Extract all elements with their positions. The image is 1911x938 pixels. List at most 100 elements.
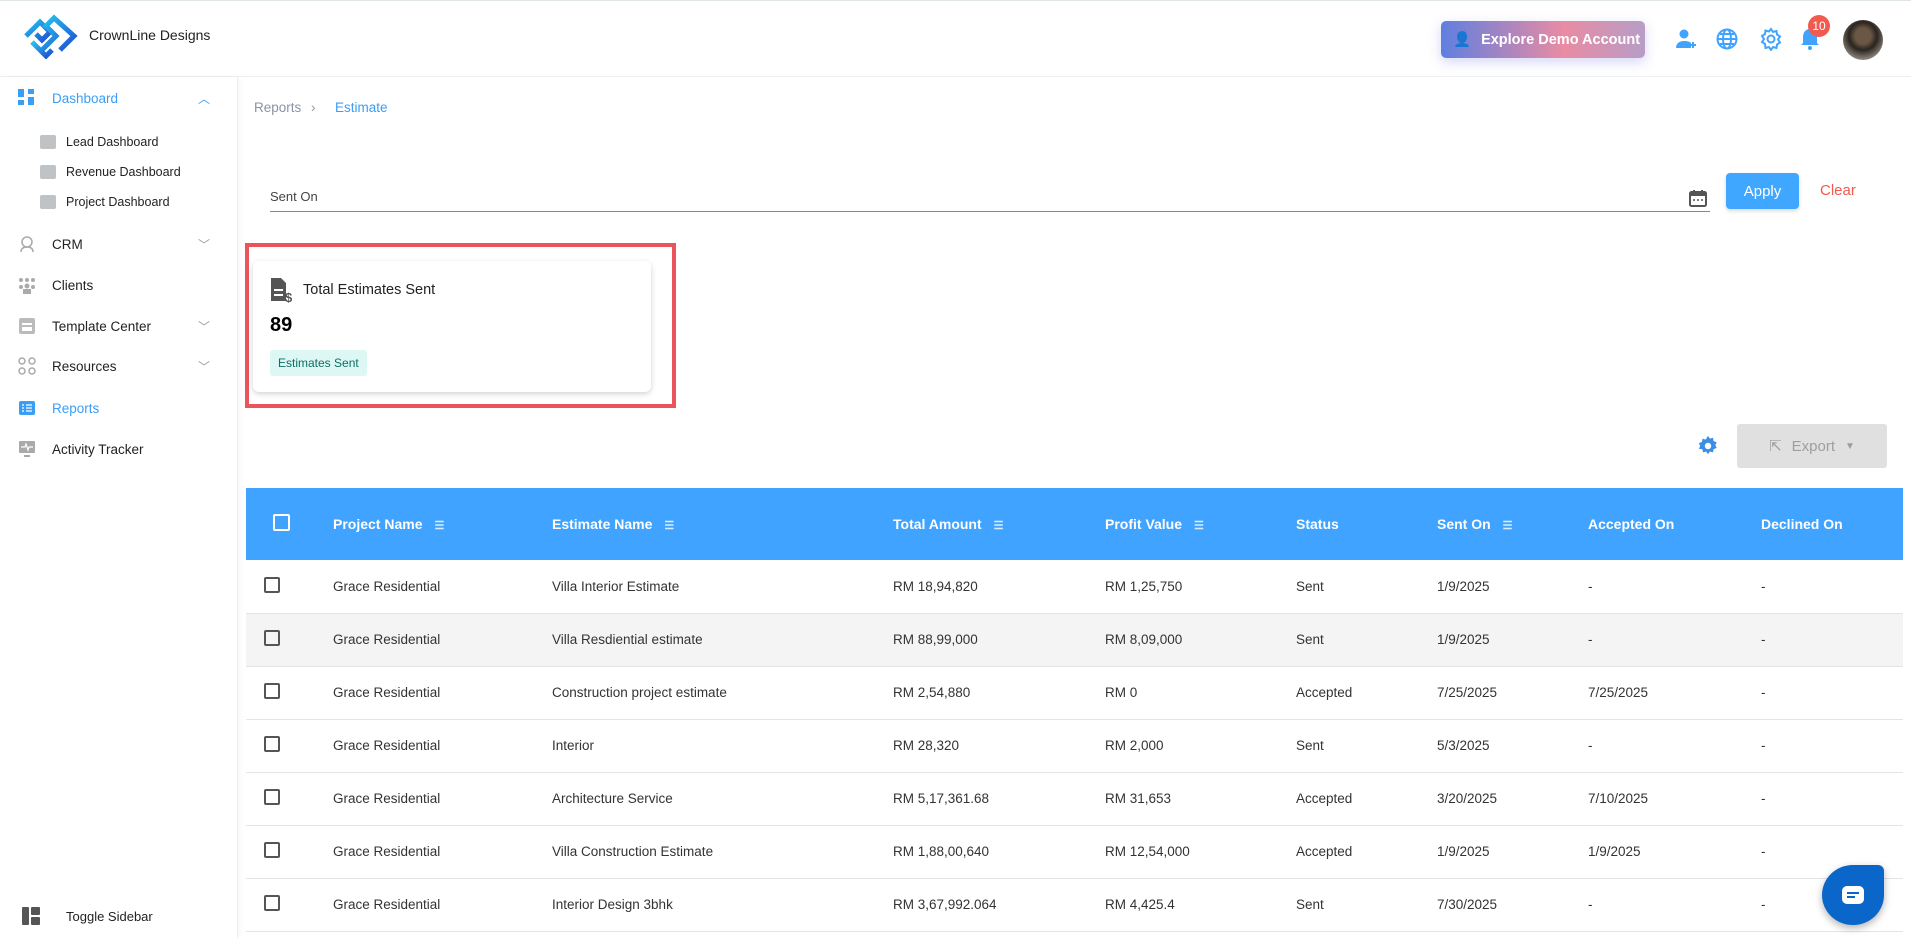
- sidebar-item-project-dashboard[interactable]: Project Dashboard: [0, 186, 238, 218]
- sidebar-item-lead-dashboard[interactable]: Lead Dashboard: [0, 126, 238, 158]
- sidebar-item-crm[interactable]: CRM ﹀: [0, 228, 238, 260]
- column-header-estimate-name[interactable]: Estimate Name ☰: [552, 488, 893, 560]
- table-row[interactable]: Grace Residential Villa Interior Estimate…: [246, 560, 1903, 614]
- cell-declined-on: -: [1761, 560, 1903, 614]
- table-row[interactable]: Grace Residential Villa Construction Esti…: [246, 825, 1903, 879]
- settings-gear-icon[interactable]: [1759, 27, 1783, 51]
- row-checkbox[interactable]: [264, 842, 280, 858]
- apply-button[interactable]: Apply: [1726, 173, 1799, 209]
- export-button[interactable]: ⇱ Export ▼: [1737, 424, 1887, 468]
- demo-button-label: Explore Demo Account: [1481, 31, 1641, 48]
- cell-sent-on: 1/9/2025: [1437, 825, 1588, 879]
- cell-estimate-name: Villa Interior Estimate: [552, 560, 893, 614]
- cell-accepted-on: 7/10/2025: [1588, 772, 1761, 826]
- chat-widget-button[interactable]: [1822, 865, 1884, 925]
- sidebar-label: Reports: [52, 400, 100, 416]
- user-icon: 👤: [1453, 32, 1472, 48]
- row-checkbox[interactable]: [264, 736, 280, 752]
- explore-demo-account-button[interactable]: 👤 Explore Demo Account: [1441, 21, 1645, 58]
- cell-total-amount: RM 88,99,000: [893, 613, 1105, 667]
- svg-text:$: $: [285, 290, 293, 303]
- clear-button[interactable]: Clear: [1820, 182, 1856, 199]
- sidebar-item-activity-tracker[interactable]: Activity Tracker: [0, 433, 238, 465]
- sidebar-item-reports[interactable]: Reports: [0, 392, 238, 424]
- globe-icon[interactable]: [1715, 27, 1739, 51]
- cell-estimate-name: Villa Construction Estimate: [552, 825, 893, 879]
- clients-icon: [19, 278, 35, 294]
- column-header-project-name[interactable]: Project Name ☰: [333, 488, 552, 560]
- cell-total-amount: RM 2,54,880: [893, 666, 1105, 720]
- cell-sent-on: 7/25/2025: [1437, 666, 1588, 720]
- cell-profit-value: RM 1,25,750: [1105, 560, 1296, 614]
- cell-project-name: Grace Residential: [333, 666, 552, 720]
- cell-status: Sent: [1296, 878, 1437, 932]
- sidebar-label: Lead Dashboard: [66, 135, 159, 149]
- cell-status: Sent: [1296, 719, 1437, 773]
- cell-project-name: Grace Residential: [333, 825, 552, 879]
- monitor-icon: [40, 135, 56, 149]
- card-title: Total Estimates Sent: [303, 282, 436, 298]
- row-checkbox[interactable]: [264, 683, 280, 699]
- resources-icon: [18, 357, 36, 375]
- row-checkbox[interactable]: [264, 630, 280, 646]
- row-checkbox[interactable]: [264, 789, 280, 805]
- cell-declined-on: -: [1761, 772, 1903, 826]
- estimate-document-icon: $: [271, 278, 293, 303]
- breadcrumb-chevron-icon: ›: [311, 100, 316, 115]
- sent-on-date-filter[interactable]: Sent On: [270, 189, 318, 204]
- cell-declined-on: -: [1761, 666, 1903, 720]
- chevron-down-icon: ﹀: [198, 237, 211, 252]
- sidebar-item-revenue-dashboard[interactable]: Revenue Dashboard: [0, 156, 238, 188]
- table-row[interactable]: Grace Residential Interior RM 28,320 RM 2,0…: [246, 719, 1903, 773]
- column-header-total-amount[interactable]: Total Amount ☰: [893, 488, 1105, 560]
- chat-icon: [1842, 886, 1864, 904]
- brand-logo: [24, 14, 78, 59]
- column-header-sent-on[interactable]: Sent On ☰: [1437, 488, 1588, 560]
- export-label: Export: [1791, 437, 1836, 455]
- user-avatar[interactable]: [1843, 20, 1883, 60]
- sort-icon[interactable]: ☰: [434, 519, 444, 532]
- cell-accepted-on: -: [1588, 560, 1761, 614]
- sidebar: Dashboard ︿ Lead Dashboard Revenue Dashb…: [0, 77, 238, 938]
- row-checkbox[interactable]: [264, 576, 280, 593]
- row-checkbox[interactable]: [264, 895, 280, 911]
- total-estimates-sent-card: $ Total Estimates Sent 89 Estimates Sent: [253, 261, 651, 392]
- cell-estimate-name: Interior: [552, 719, 893, 773]
- table-settings-gear-icon[interactable]: [1697, 435, 1719, 457]
- select-all-checkbox[interactable]: [273, 514, 290, 531]
- cell-profit-value: RM 31,653: [1105, 772, 1296, 826]
- table-row[interactable]: Grace Residential Interior Design 3bhk RM …: [246, 878, 1903, 932]
- caret-down-icon: ▼: [1845, 440, 1855, 452]
- sidebar-item-clients[interactable]: Clients: [0, 269, 238, 301]
- breadcrumb-reports[interactable]: Reports: [254, 100, 301, 115]
- sort-icon[interactable]: ☰: [994, 519, 1004, 532]
- column-header-profit-value[interactable]: Profit Value ☰: [1105, 488, 1296, 560]
- cell-accepted-on: -: [1588, 719, 1761, 773]
- cell-accepted-on: 7/25/2025: [1588, 666, 1761, 720]
- cell-status: Accepted: [1296, 666, 1437, 720]
- cell-profit-value: RM 2,000: [1105, 719, 1296, 773]
- cell-estimate-name: Interior Design 3bhk: [552, 878, 893, 932]
- activity-monitor-icon: [19, 441, 35, 457]
- table-row[interactable]: Grace Residential Construction project es…: [246, 666, 1903, 720]
- sort-icon[interactable]: ☰: [1194, 519, 1204, 532]
- estimates-table: Project Name ☰ Estimate Name ☰ Total Amoun…: [246, 488, 1903, 932]
- cell-status: Sent: [1296, 560, 1437, 614]
- sidebar-item-template-center[interactable]: Template Center ﹀: [0, 310, 238, 342]
- table-row[interactable]: Grace Residential Architecture Service RM …: [246, 772, 1903, 826]
- toggle-sidebar-button[interactable]: Toggle Sidebar: [0, 900, 238, 932]
- sort-icon[interactable]: ☰: [1503, 519, 1513, 532]
- table-header-row: Project Name ☰ Estimate Name ☰ Total Amoun…: [246, 488, 1903, 560]
- add-user-icon[interactable]: [1674, 27, 1698, 51]
- filter-underline: [270, 211, 1710, 212]
- export-icon: ⇱: [1769, 438, 1782, 455]
- sort-icon[interactable]: ☰: [664, 519, 674, 532]
- sidebar-item-dashboard[interactable]: Dashboard ︿: [0, 82, 238, 114]
- table-row[interactable]: Grace Residential Villa Resdiential estim…: [246, 613, 1903, 667]
- sidebar-label: CRM: [52, 236, 83, 252]
- cell-total-amount: RM 1,88,00,640: [893, 825, 1105, 879]
- cell-declined-on: -: [1761, 719, 1903, 773]
- cell-profit-value: RM 8,09,000: [1105, 613, 1296, 667]
- calendar-icon[interactable]: [1689, 189, 1707, 207]
- sidebar-item-resources[interactable]: Resources ﹀: [0, 350, 238, 382]
